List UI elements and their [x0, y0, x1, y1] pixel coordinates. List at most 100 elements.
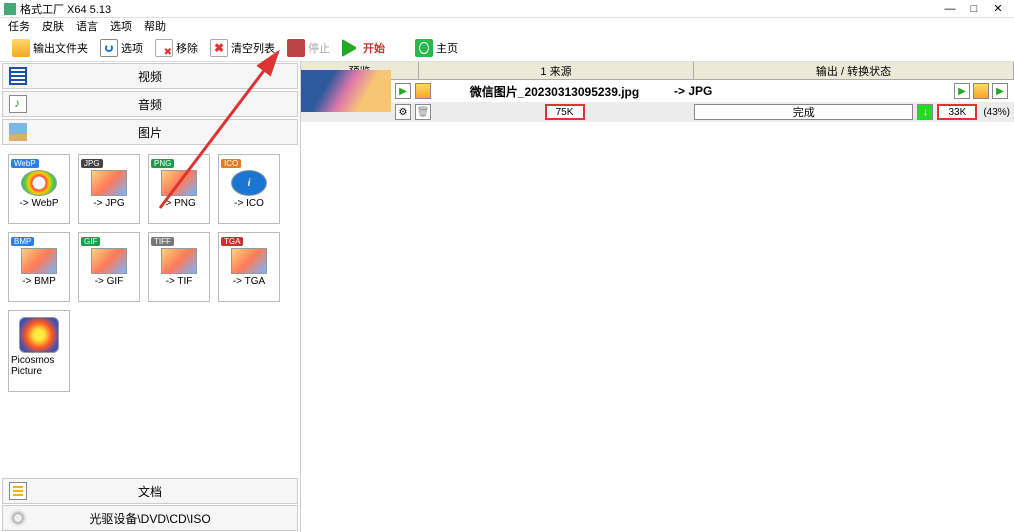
clear-list-label: 清空列表: [231, 40, 275, 56]
format-badge: PNG: [151, 159, 174, 168]
globe-icon: [415, 39, 433, 57]
format-label: -> TIF: [166, 276, 193, 287]
open-source-folder-button[interactable]: [415, 83, 431, 99]
options-button[interactable]: 选项: [96, 37, 147, 59]
open-output-folder-button[interactable]: [973, 83, 989, 99]
video-icon: [9, 67, 27, 85]
clear-list-button[interactable]: ✖ 清空列表: [206, 37, 279, 59]
format-tile-picosmos[interactable]: Picosmos Picture: [8, 310, 70, 392]
output-size-box: 33K: [937, 104, 977, 120]
task-row[interactable]: ▶ 微信图片_20230313095239.jpg -> JPG ▶ ▶ ⚙ 🗑: [301, 80, 1014, 122]
format-tile-ico[interactable]: ICOi-> ICO: [218, 154, 280, 224]
category-document[interactable]: 文档: [2, 478, 298, 504]
menu-options[interactable]: 选项: [110, 18, 132, 34]
format-thumb: [91, 248, 127, 274]
stop-button[interactable]: 停止: [283, 37, 334, 59]
settings-mini-button[interactable]: ⚙: [395, 104, 411, 120]
menu-skin[interactable]: 皮肤: [42, 18, 64, 34]
format-label: -> JPG: [93, 198, 124, 209]
task-filename: 微信图片_20230313095239.jpg: [435, 83, 674, 100]
clear-icon: ✖: [210, 39, 228, 57]
format-tile-gif[interactable]: GIF -> GIF: [78, 232, 140, 302]
format-tile-tif[interactable]: TIFF -> TIF: [148, 232, 210, 302]
output-folder-label: 输出文件夹: [33, 40, 88, 56]
app-icon: [4, 3, 16, 15]
format-label: -> GIF: [95, 276, 124, 287]
menu-language[interactable]: 语言: [76, 18, 98, 34]
format-tile-png[interactable]: PNG-> PNG: [148, 154, 210, 224]
category-optical[interactable]: 光驱设备\DVD\CD\ISO: [2, 505, 298, 531]
output-folder-button[interactable]: 输出文件夹: [8, 37, 92, 59]
format-label: Picosmos Picture: [11, 355, 67, 377]
window-title: 格式工厂 X64 5.13: [20, 1, 938, 17]
start-button[interactable]: 开始: [338, 37, 389, 59]
task-output-format: -> JPG: [674, 84, 954, 98]
remove-button[interactable]: 移除: [151, 37, 202, 59]
output-play-button[interactable]: ▶: [954, 83, 970, 99]
col-source[interactable]: 1 来源: [419, 62, 694, 79]
category-video[interactable]: 视频: [2, 63, 298, 89]
delete-task-button[interactable]: 🗑: [415, 104, 431, 120]
minimize-button[interactable]: —: [938, 3, 962, 15]
start-label: 开始: [363, 40, 385, 56]
format-label: -> WebP: [20, 198, 59, 209]
category-image[interactable]: 图片: [2, 119, 298, 145]
format-label: -> TGA: [233, 276, 265, 287]
format-badge: JPG: [81, 159, 103, 168]
sidebar: 视频 音频 图片 WebP -> WebP JPG -> JPG PNG-> PNG IC…: [0, 62, 301, 532]
disc-icon: [9, 509, 27, 527]
homepage-label: 主页: [436, 40, 458, 56]
task-list: 预览 1 来源 输出 / 转换状态 ▶ 微信图片_20230313095239.…: [301, 62, 1014, 532]
main-area: 视频 音频 图片 WebP -> WebP JPG -> JPG PNG-> PNG IC…: [0, 62, 1014, 532]
format-tile-webp[interactable]: WebP -> WebP: [8, 154, 70, 224]
remove-icon: [155, 39, 173, 57]
folder-icon: [12, 39, 30, 57]
format-badge: WebP: [11, 159, 39, 168]
remove-label: 移除: [176, 40, 198, 56]
document-icon: [9, 482, 27, 500]
format-thumb: [231, 248, 267, 274]
format-thumb: [21, 248, 57, 274]
format-tile-jpg[interactable]: JPG -> JPG: [78, 154, 140, 224]
download-arrow-icon: ↓: [917, 104, 933, 120]
format-thumb: [21, 170, 57, 196]
compression-pct: (43%): [983, 107, 1010, 118]
format-thumb: [161, 170, 197, 196]
format-thumb: [161, 248, 197, 274]
audio-icon: [9, 95, 27, 113]
menu-task[interactable]: 任务: [8, 18, 30, 34]
category-audio[interactable]: 音频: [2, 91, 298, 117]
image-icon: [9, 123, 27, 141]
format-thumb: [19, 317, 59, 353]
menu-help[interactable]: 帮助: [144, 18, 166, 34]
stop-icon: [287, 39, 305, 57]
format-badge: GIF: [81, 237, 100, 246]
homepage-button[interactable]: 主页: [411, 37, 462, 59]
format-badge: TIFF: [151, 237, 174, 246]
close-button[interactable]: ✕: [986, 2, 1010, 15]
category-image-label: 图片: [138, 124, 162, 141]
format-grid: WebP-> WebPJPG-> JPGPNG-> PNGICOi-> ICOB…: [0, 146, 300, 477]
category-optical-label: 光驱设备\DVD\CD\ISO: [89, 510, 210, 527]
task-thumbnail: [301, 70, 391, 112]
format-badge: ICO: [221, 159, 241, 168]
titlebar: 格式工厂 X64 5.13 — □ ✕: [0, 0, 1014, 18]
toolbar: 输出文件夹 选项 移除 ✖ 清空列表 停止 开始 主页: [0, 34, 1014, 62]
format-thumb: i: [231, 170, 267, 196]
format-tile-tga[interactable]: TGA-> TGA: [218, 232, 280, 302]
format-tile-bmp[interactable]: BMP-> BMP: [8, 232, 70, 302]
task-status: 完成: [694, 104, 913, 120]
options-icon: [100, 39, 118, 57]
play-icon: [342, 39, 360, 57]
format-thumb: [91, 170, 127, 196]
preview-play-button[interactable]: ▶: [395, 83, 411, 99]
col-output[interactable]: 输出 / 转换状态: [694, 62, 1014, 79]
category-audio-label: 音频: [138, 96, 162, 113]
category-video-label: 视频: [138, 68, 162, 85]
stop-label: 停止: [308, 40, 330, 56]
source-size-box: 75K: [545, 104, 585, 120]
output-play2-button[interactable]: ▶: [992, 83, 1008, 99]
menubar: 任务 皮肤 语言 选项 帮助: [0, 18, 1014, 34]
maximize-button[interactable]: □: [962, 3, 986, 15]
format-label: -> BMP: [22, 276, 56, 287]
